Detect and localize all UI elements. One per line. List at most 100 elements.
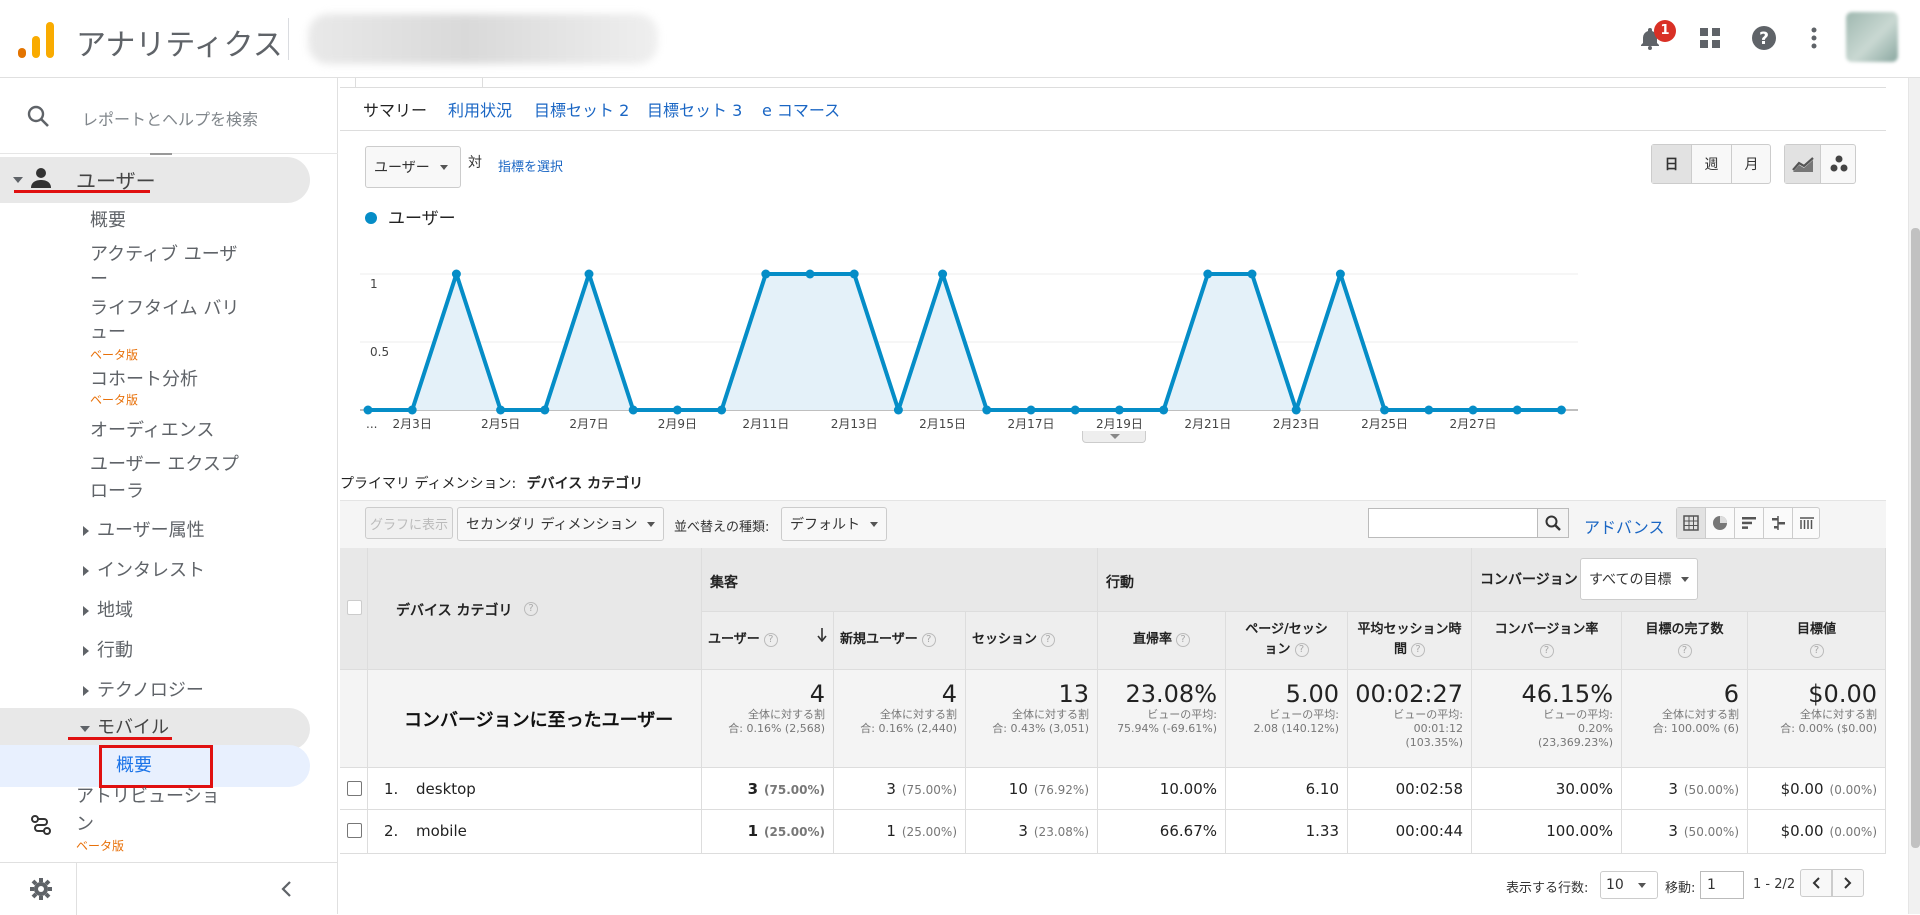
- collapse-chevron-icon[interactable]: [280, 880, 292, 902]
- help-icon[interactable]: ?: [524, 602, 538, 616]
- select-all-checkbox[interactable]: [347, 600, 362, 615]
- metric-header-4[interactable]: ページ/セッシ ョン?: [1226, 612, 1348, 670]
- data-point[interactable]: [893, 405, 903, 415]
- settings-gear-icon[interactable]: [30, 878, 52, 904]
- apps-grid-icon[interactable]: [1694, 22, 1726, 54]
- metric-header-7[interactable]: 目標の完了数?: [1622, 612, 1748, 670]
- sidebar-item-active-users[interactable]: アクティブ ユーザ: [90, 241, 237, 269]
- period-month-button[interactable]: 月: [1732, 145, 1771, 183]
- data-point[interactable]: [628, 405, 638, 415]
- select-metric-link[interactable]: 指標を選択: [498, 156, 563, 175]
- help-icon[interactable]: ?: [1294, 642, 1309, 657]
- data-point[interactable]: [1070, 405, 1080, 415]
- metric-header-2[interactable]: セッション?: [966, 612, 1098, 670]
- sidebar-item-overview[interactable]: 概要: [90, 207, 126, 235]
- data-table-view-icon[interactable]: [1677, 508, 1706, 538]
- period-week-button[interactable]: 週: [1692, 145, 1732, 183]
- line-chart-icon[interactable]: [1785, 145, 1821, 183]
- sidebar-group-demographics[interactable]: ユーザー属性: [97, 517, 205, 545]
- data-point[interactable]: [849, 269, 859, 279]
- rows-per-page-select[interactable]: 10: [1600, 871, 1658, 899]
- chart-resize-handle[interactable]: [1082, 431, 1146, 443]
- data-point[interactable]: [982, 405, 992, 415]
- data-point[interactable]: [451, 269, 461, 279]
- sidebar-group-behavior[interactable]: 行動: [97, 637, 133, 665]
- sort-descending-icon[interactable]: [817, 628, 827, 649]
- data-point[interactable]: [1335, 269, 1345, 279]
- data-point[interactable]: [363, 405, 373, 415]
- data-point[interactable]: [805, 269, 815, 279]
- sidebar-group-technology[interactable]: テクノロジー: [97, 677, 204, 705]
- motion-chart-icon[interactable]: [1821, 145, 1856, 183]
- data-point[interactable]: [407, 405, 417, 415]
- data-point[interactable]: [540, 405, 550, 415]
- metric-header-1[interactable]: 新規ユーザー?: [834, 612, 966, 670]
- sidebar-item-user-explorer[interactable]: ユーザー エクスプ: [90, 451, 239, 479]
- help-icon[interactable]: ?: [1748, 22, 1780, 54]
- advanced-filter-link[interactable]: アドバンス: [1584, 514, 1664, 538]
- data-point[interactable]: [1159, 405, 1169, 415]
- data-point[interactable]: [1247, 269, 1257, 279]
- data-point[interactable]: [1291, 405, 1301, 415]
- data-point[interactable]: [717, 405, 727, 415]
- row-checkbox[interactable]: [347, 781, 362, 796]
- plot-rows-button[interactable]: グラフに表示: [365, 507, 454, 539]
- sidebar-item-cohort[interactable]: コホート分析: [90, 366, 198, 394]
- tab-goal-set-2[interactable]: 目標セット 2: [534, 97, 629, 121]
- metric-header-5[interactable]: 平均セッション時間?: [1348, 612, 1472, 670]
- row-dimension-link[interactable]: mobile: [416, 822, 467, 840]
- sidebar-group-interests[interactable]: インタレスト: [97, 557, 205, 585]
- metric-header-3[interactable]: 直帰率?: [1098, 612, 1226, 670]
- metric-header-0[interactable]: ユーザー?: [702, 612, 834, 670]
- help-icon[interactable]: ?: [1677, 644, 1692, 658]
- data-point[interactable]: [1026, 405, 1036, 415]
- analytics-logo[interactable]: [16, 18, 56, 58]
- help-icon[interactable]: ?: [1539, 644, 1554, 658]
- sort-type-dropdown[interactable]: デフォルト: [781, 507, 887, 541]
- help-icon[interactable]: ?: [1411, 642, 1425, 657]
- data-point[interactable]: [1424, 405, 1434, 415]
- data-point[interactable]: [1114, 405, 1124, 415]
- secondary-dimension-dropdown[interactable]: セカンダリ ディメンション: [457, 507, 665, 541]
- report-search[interactable]: レポートとヘルプを検索: [0, 78, 338, 154]
- tab-goal-set-3[interactable]: 目標セット 3: [647, 97, 742, 121]
- row-checkbox[interactable]: [347, 823, 362, 838]
- table-search-input[interactable]: [1368, 508, 1538, 538]
- comparison-view-icon[interactable]: [1764, 508, 1793, 538]
- metric-dropdown[interactable]: ユーザー: [365, 146, 461, 188]
- scrollbar-thumb[interactable]: [1911, 228, 1920, 848]
- metric-header-8[interactable]: 目標値?: [1748, 612, 1886, 670]
- row-dimension-link[interactable]: desktop: [416, 780, 476, 798]
- data-point[interactable]: [584, 269, 594, 279]
- data-point[interactable]: [1512, 405, 1522, 415]
- more-vert-icon[interactable]: [1798, 22, 1830, 54]
- prev-page-button[interactable]: [1800, 869, 1832, 897]
- data-point[interactable]: [761, 269, 771, 279]
- help-icon[interactable]: ?: [763, 632, 778, 647]
- help-icon[interactable]: ?: [921, 632, 936, 647]
- primary-dimension-value[interactable]: デバイス カテゴリ: [527, 476, 643, 492]
- next-page-button[interactable]: [1832, 869, 1864, 897]
- goal-select-dropdown[interactable]: すべての目標: [1580, 558, 1699, 600]
- data-point[interactable]: [1468, 405, 1478, 415]
- sidebar-item-audiences[interactable]: オーディエンス: [90, 417, 214, 445]
- account-selector[interactable]: [308, 14, 658, 64]
- data-point[interactable]: [496, 405, 506, 415]
- tab-ecommerce[interactable]: e コマース: [762, 97, 840, 121]
- data-point[interactable]: [1380, 405, 1390, 415]
- tab-usage[interactable]: 利用状況: [448, 97, 512, 121]
- sidebar-item-attribution[interactable]: アトリビューショ: [76, 783, 220, 811]
- page-scrollbar[interactable]: [1908, 78, 1920, 914]
- performance-view-icon[interactable]: [1735, 508, 1764, 538]
- data-point[interactable]: [938, 269, 948, 279]
- tab-summary[interactable]: サマリー: [363, 97, 427, 121]
- period-day-button[interactable]: 日: [1652, 145, 1692, 183]
- data-point[interactable]: [672, 405, 682, 415]
- data-point[interactable]: [1556, 405, 1566, 415]
- dimension-header[interactable]: デバイス カテゴリ?: [368, 548, 702, 670]
- sidebar-group-geo[interactable]: 地域: [97, 597, 133, 625]
- help-icon[interactable]: ?: [1809, 644, 1824, 658]
- table-search-button[interactable]: [1537, 508, 1569, 538]
- metric-header-6[interactable]: コンバージョン率?: [1472, 612, 1622, 670]
- data-point[interactable]: [1203, 269, 1213, 279]
